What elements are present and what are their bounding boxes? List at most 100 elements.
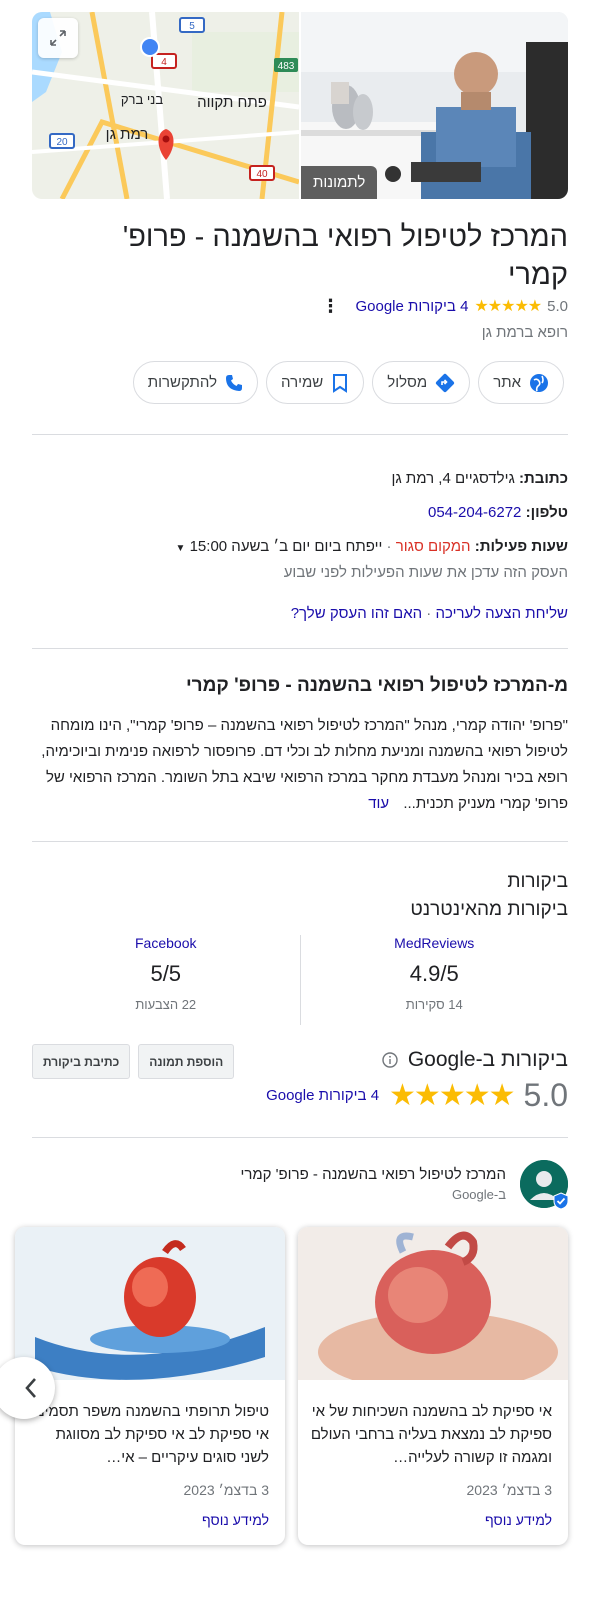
divider	[32, 841, 568, 842]
google-reviews-label: ביקורות ב-Google	[407, 1048, 568, 1071]
post-card[interactable]: אי ספיקת לב בהשמנה השכיחות של אי ספיקת ל…	[298, 1227, 568, 1545]
about-title: מ-המרכז לטיפול רפואי בהשמנה - פרופ' קמרי	[185, 675, 568, 696]
road-shield-20: 20	[56, 137, 68, 148]
about-description: "פרופ' יהודה קמרי, מנהל "המרכז לטיפול רפ…	[32, 713, 568, 817]
directions-label: מסלול	[387, 374, 428, 391]
posts-author: המרכז לטיפול רפואי בהשמנה - פרופ' קמרי ב…	[240, 1160, 569, 1210]
road-shield-4: 4	[161, 57, 167, 68]
web-review-facebook[interactable]: Facebook 5/5 22 הצבעות	[32, 935, 301, 1025]
web-reviews: MedReviews 4.9/5 14 סקירות Facebook 5/5 …	[32, 935, 568, 1025]
reviews-heading: ביקורות	[507, 871, 568, 892]
directions-button[interactable]: מסלול	[372, 361, 471, 404]
hours-note: העסק הזה עדכן את שעות הפעילות לפני שבוע	[283, 564, 568, 581]
phone-icon	[226, 374, 243, 391]
heart-hologram-image	[15, 1227, 285, 1380]
post-card[interactable]: טיפול תרופתי בהשמנה משפר תסמיני אי ספיקת…	[15, 1227, 285, 1545]
hours-next: ייפתח ביום יום ב׳ בשעה 15:00	[189, 538, 383, 555]
read-more-link[interactable]: עוד	[368, 795, 389, 812]
review-count: 22 הצבעות	[135, 997, 197, 1012]
divider	[32, 1137, 568, 1138]
action-chips: אתר מסלול שמירה להתקשרות	[132, 361, 564, 404]
learn-more-link[interactable]: למידע נוסף	[298, 1512, 568, 1528]
google-rating-value: 5.0	[523, 1077, 568, 1113]
post-image	[15, 1227, 285, 1380]
posts-author-name: המרכז לטיפול רפואי בהשמנה - פרופ' קמרי	[240, 1166, 506, 1183]
call-label: להתקשרות	[147, 374, 218, 391]
chevron-left-icon	[25, 1378, 36, 1398]
globe-icon	[530, 373, 548, 392]
save-button[interactable]: שמירה	[266, 361, 365, 404]
address-label: כתובת:	[519, 470, 568, 487]
expand-icon	[50, 30, 66, 46]
google-rating-summary: 5.0 ★★★★★ 4 ביקורות Google	[266, 1077, 568, 1114]
phone-link[interactable]: 054-204-6272	[428, 504, 521, 521]
review-source[interactable]: MedReviews	[301, 935, 569, 951]
address-row: כתובת: גילדסגיים 4, רמת גן	[391, 470, 568, 487]
hours-row[interactable]: שעות פעילות: המקום סגור · ייפתח ביום יום…	[176, 538, 568, 555]
post-text: אי ספיקת לב בהשמנה השכיחות של אי ספיקת ל…	[310, 1403, 552, 1466]
directions-icon	[436, 373, 455, 392]
map-label-ramat-gan: רמת גן	[106, 126, 149, 143]
rating-value: 5.0	[547, 297, 568, 315]
road-shield-483: 483	[278, 61, 295, 72]
business-photo[interactable]: לתמונות	[301, 12, 568, 199]
bookmark-icon	[333, 373, 348, 393]
verified-badge-icon	[553, 1192, 569, 1210]
separator: ·	[422, 605, 432, 622]
hours-status: המקום סגור	[395, 538, 471, 555]
web-reviews-heading: ביקורות מהאינטרנט	[410, 899, 568, 920]
heart-in-hands-image	[298, 1227, 568, 1392]
map-label-bnei-brak: בני ברק	[121, 92, 163, 107]
google-reviews-title: ביקורות ב-Google	[382, 1048, 568, 1072]
post-date: 3 בדצמ׳ 2023	[466, 1482, 553, 1498]
map-label-petah-tikva: פתח תקווה	[197, 94, 267, 111]
edit-links: שליחת הצעה לעריכה · האם זהו העסק שלך?	[291, 605, 568, 622]
divider	[32, 434, 568, 435]
review-score: 4.9/5	[409, 961, 459, 986]
review-score: 5/5	[150, 961, 182, 986]
expand-map-button[interactable]	[38, 18, 78, 58]
save-label: שמירה	[281, 374, 324, 391]
rating-stars-icon: ★★★★★	[474, 298, 542, 315]
location-map[interactable]: 5 4 483 20 40 פתח תקווה בני ברק רמת גן	[32, 12, 299, 199]
phone-label: טלפון:	[525, 504, 568, 521]
hours-label: שעות פעילות:	[474, 538, 568, 555]
call-button[interactable]: להתקשרות	[132, 361, 259, 404]
info-icon[interactable]	[382, 1052, 398, 1068]
business-category: רופא ברמת גן	[481, 324, 568, 341]
review-count: 14 סקירות	[405, 997, 463, 1012]
more-options-icon[interactable]: ⋮	[321, 296, 339, 317]
own-business-link[interactable]: האם זהו העסק שלך?	[291, 605, 422, 622]
address-value[interactable]: גילדסגיים 4, רמת גן	[391, 470, 514, 487]
reviews-heading-block: ביקורות ביקורות מהאינטרנט	[410, 868, 568, 924]
rating-row: 5.0 ★★★★★ 4 ביקורות Google ⋮	[321, 295, 568, 317]
road-shield-5: 5	[189, 21, 195, 32]
add-photo-button[interactable]: הוספת תמונה	[138, 1044, 235, 1079]
website-button[interactable]: אתר	[478, 361, 564, 404]
separator: ·	[382, 538, 392, 555]
review-source[interactable]: Facebook	[32, 935, 300, 951]
google-rating-stars-icon: ★★★★★	[389, 1079, 515, 1112]
phone-row: טלפון: 054-204-6272	[428, 504, 568, 521]
media-strip: לתמונות 5 4 483 20 40 פתח תקווה בני ברק …	[32, 12, 568, 199]
photos-button[interactable]: לתמונות	[301, 166, 378, 199]
divider	[32, 648, 568, 649]
write-review-button[interactable]: כתיבת ביקורת	[32, 1044, 131, 1079]
google-reviews-link[interactable]: 4 ביקורות Google	[266, 1087, 379, 1104]
posts-author-via: ב-Google	[451, 1187, 506, 1202]
reviews-link[interactable]: 4 ביקורות Google	[355, 298, 468, 315]
post-date: 3 בדצמ׳ 2023	[183, 1482, 270, 1498]
avatar	[520, 1160, 569, 1210]
post-image	[298, 1227, 568, 1392]
posts-carousel: אי ספיקת לב בהשמנה השכיחות של אי ספיקת ל…	[0, 1227, 568, 1545]
current-location-dot	[140, 37, 160, 57]
google-review-buttons: כתיבת ביקורת הוספת תמונה	[32, 1044, 235, 1079]
post-text: טיפול תרופתי בהשמנה משפר תסמיני אי ספיקת…	[34, 1403, 269, 1466]
business-title: המרכז לטיפול רפואי בהשמנה - פרופ' קמרי	[122, 221, 568, 291]
suggest-edit-link[interactable]: שליחת הצעה לעריכה	[435, 605, 568, 622]
about-text: "פרופ' יהודה קמרי, מנהל "המרכז לטיפול רפ…	[41, 717, 568, 812]
learn-more-link[interactable]: למידע נוסף	[15, 1512, 285, 1528]
web-review-medreviews[interactable]: MedReviews 4.9/5 14 סקירות	[301, 935, 569, 1025]
chevron-down-icon[interactable]: ▼	[176, 543, 186, 554]
website-label: אתר	[493, 374, 521, 391]
